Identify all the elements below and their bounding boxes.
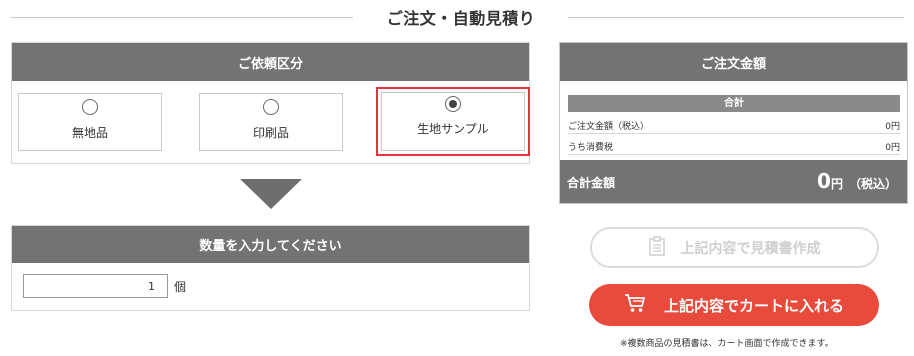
consumption-tax-row: うち消費税 0円 xyxy=(568,135,900,155)
option-plain[interactable]: 無地品 xyxy=(18,93,162,151)
grand-total-tax-note: （税込） xyxy=(848,177,897,191)
consumption-tax-label: うち消費税 xyxy=(568,143,614,153)
quantity-header: 数量を入力してください xyxy=(12,226,529,263)
down-arrow-icon xyxy=(240,179,302,209)
order-amount-value: 0円 xyxy=(885,122,900,132)
create-quote-label: 上記内容で見積書作成 xyxy=(680,240,821,257)
order-amount-row: ご注文金額（税込） 0円 xyxy=(568,114,900,134)
subtotal-bar: 合計 xyxy=(568,95,900,112)
option-printed[interactable]: 印刷品 xyxy=(199,93,343,151)
option-plain-label: 無地品 xyxy=(71,126,108,140)
grand-total-label: 合計金額 xyxy=(567,176,616,190)
page-title: ご注文・自動見積り xyxy=(386,9,536,28)
title-divider-left xyxy=(10,17,353,18)
add-to-cart-label: 上記内容でカートに入れる xyxy=(663,296,844,315)
quantity-unit: 個 xyxy=(174,280,187,294)
quote-note: ※複数商品の見積書は、カート画面で作成できます。 xyxy=(620,339,834,349)
grand-total-unit: 円 xyxy=(830,177,843,191)
quantity-input[interactable] xyxy=(23,274,168,298)
option-printed-label: 印刷品 xyxy=(252,126,289,140)
radio-fabric-sample[interactable] xyxy=(445,96,461,112)
grand-total-bar: 合計金額 0円 （税込） xyxy=(560,160,907,203)
title-divider-right xyxy=(568,17,904,18)
consumption-tax-value: 0円 xyxy=(885,143,900,153)
order-type-panel: ご依頼区分 無地品 印刷品 生地サンプル xyxy=(11,42,530,164)
order-total-header: ご注文金額 xyxy=(560,43,907,81)
cart-icon xyxy=(624,293,646,317)
order-amount-label: ご注文金額（税込） xyxy=(568,122,650,132)
quantity-panel: 数量を入力してください 個 xyxy=(11,225,530,311)
order-type-header: ご依頼区分 xyxy=(12,43,529,81)
radio-printed[interactable] xyxy=(263,99,279,115)
option-fabric-sample-label: 生地サンプル xyxy=(417,122,489,136)
option-fabric-sample[interactable]: 生地サンプル xyxy=(376,87,530,156)
radio-selected-dot xyxy=(449,100,457,108)
radio-plain[interactable] xyxy=(82,99,98,115)
add-to-cart-button[interactable]: 上記内容でカートに入れる xyxy=(589,284,879,326)
grand-total-value: 0円 （税込） xyxy=(817,169,897,193)
clipboard-icon xyxy=(648,235,665,260)
section-title-row: ご注文・自動見積り xyxy=(0,0,914,34)
grand-total-amount: 0 xyxy=(817,169,831,193)
order-total-panel: ご注文金額 合計 ご注文金額（税込） 0円 うち消費税 0円 合計金額 0円 （税… xyxy=(559,42,908,204)
create-quote-button[interactable]: 上記内容で見積書作成 xyxy=(590,227,879,268)
